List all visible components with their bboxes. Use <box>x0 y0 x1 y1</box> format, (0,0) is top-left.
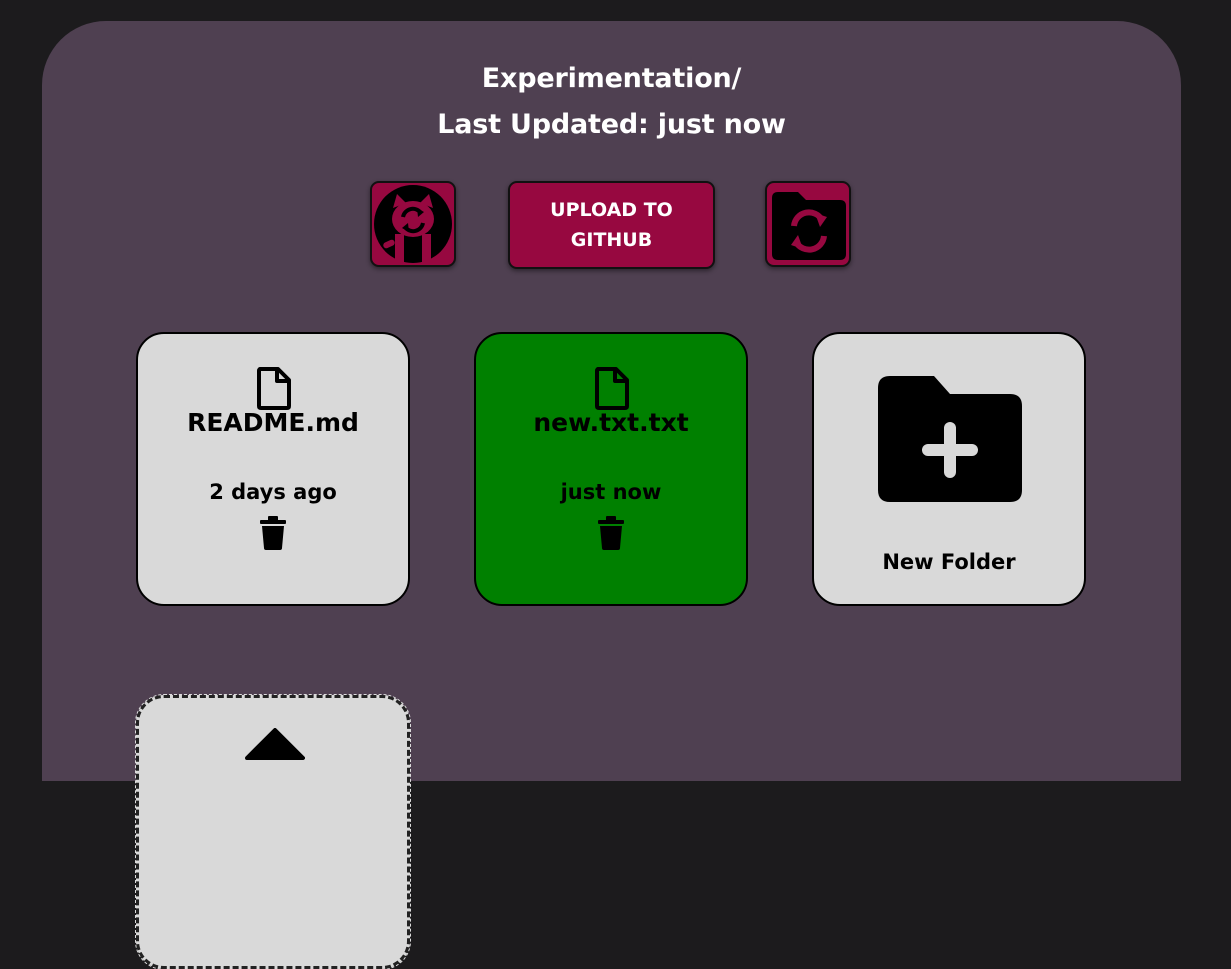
github-sync-icon <box>374 185 452 264</box>
last-updated-value: just now <box>657 109 786 140</box>
folder-refresh-icon <box>772 192 846 260</box>
last-updated-line: Last Updated: just now <box>42 109 1181 140</box>
upload-file-card[interactable] <box>135 694 411 969</box>
github-sync-button[interactable] <box>370 181 456 267</box>
folder-path-title: Experimentation/ <box>481 63 742 94</box>
file-card[interactable]: new.txt.txt just now <box>474 332 748 606</box>
file-updated: just now <box>560 480 662 504</box>
file-card[interactable]: README.md 2 days ago <box>136 332 410 606</box>
refresh-folder-button[interactable] <box>765 181 851 267</box>
last-updated-prefix: Last Updated: <box>437 109 649 140</box>
new-folder-label: New Folder <box>882 550 1016 574</box>
new-folder-card[interactable]: New Folder <box>812 332 1086 606</box>
file-updated: 2 days ago <box>209 480 337 504</box>
trash-icon[interactable] <box>597 516 625 550</box>
upload-to-github-button[interactable]: UPLOAD TO GITHUB <box>508 181 715 269</box>
file-icon <box>257 367 291 410</box>
file-name: README.md <box>187 408 359 437</box>
file-icon <box>595 367 629 410</box>
file-name: new.txt.txt <box>533 408 689 437</box>
main-panel: Experimentation/ Last Updated: just now … <box>42 21 1181 969</box>
upload-arrow-icon <box>245 728 305 760</box>
trash-icon[interactable] <box>259 516 287 550</box>
folder-plus-icon <box>878 376 1022 502</box>
